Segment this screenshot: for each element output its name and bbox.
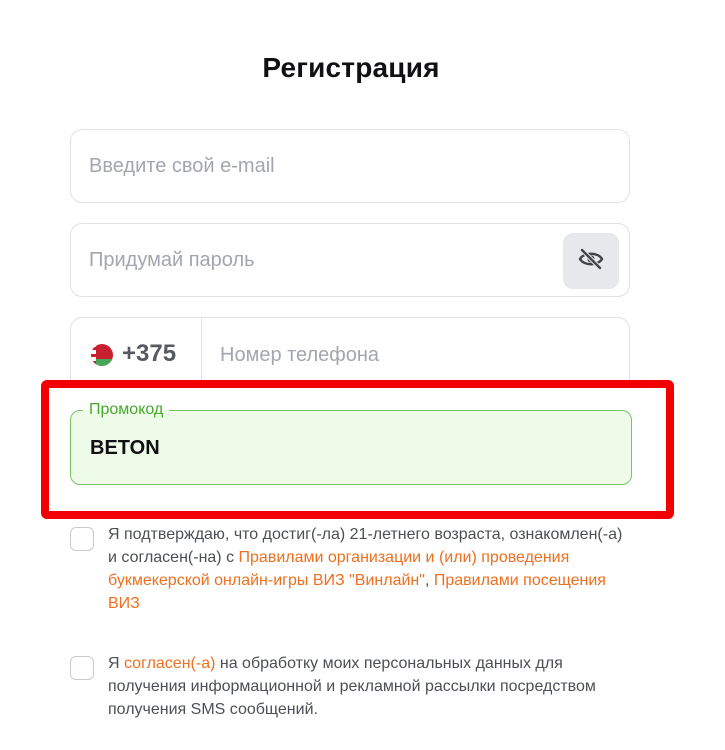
terms-text: Я подтверждаю, что достиг(-ла) 21-летнег… (108, 523, 623, 615)
consent-text-part: Я (108, 655, 124, 672)
promo-code-label: Промокод (83, 400, 170, 420)
country-code: +375 (122, 340, 177, 367)
password-field[interactable] (70, 223, 630, 297)
belarus-flag-icon (91, 344, 113, 366)
promo-code-value[interactable]: BETON (90, 437, 160, 460)
email-input[interactable] (89, 130, 559, 202)
email-field[interactable] (70, 129, 630, 203)
consent-link[interactable]: согласен(-а) (124, 655, 215, 672)
eye-off-icon (578, 247, 604, 275)
toggle-password-visibility-button[interactable] (563, 233, 619, 289)
password-input[interactable] (89, 224, 559, 296)
terms-text-separator: , (424, 572, 434, 589)
page-title: Регистрация (262, 52, 440, 83)
sms-consent-text: Я согласен(-а) на обработку моих персона… (108, 652, 623, 721)
terms-checkbox[interactable] (70, 527, 94, 551)
promo-code-field[interactable]: Промокод BETON (70, 400, 632, 485)
sms-consent-checkbox[interactable] (70, 656, 94, 680)
